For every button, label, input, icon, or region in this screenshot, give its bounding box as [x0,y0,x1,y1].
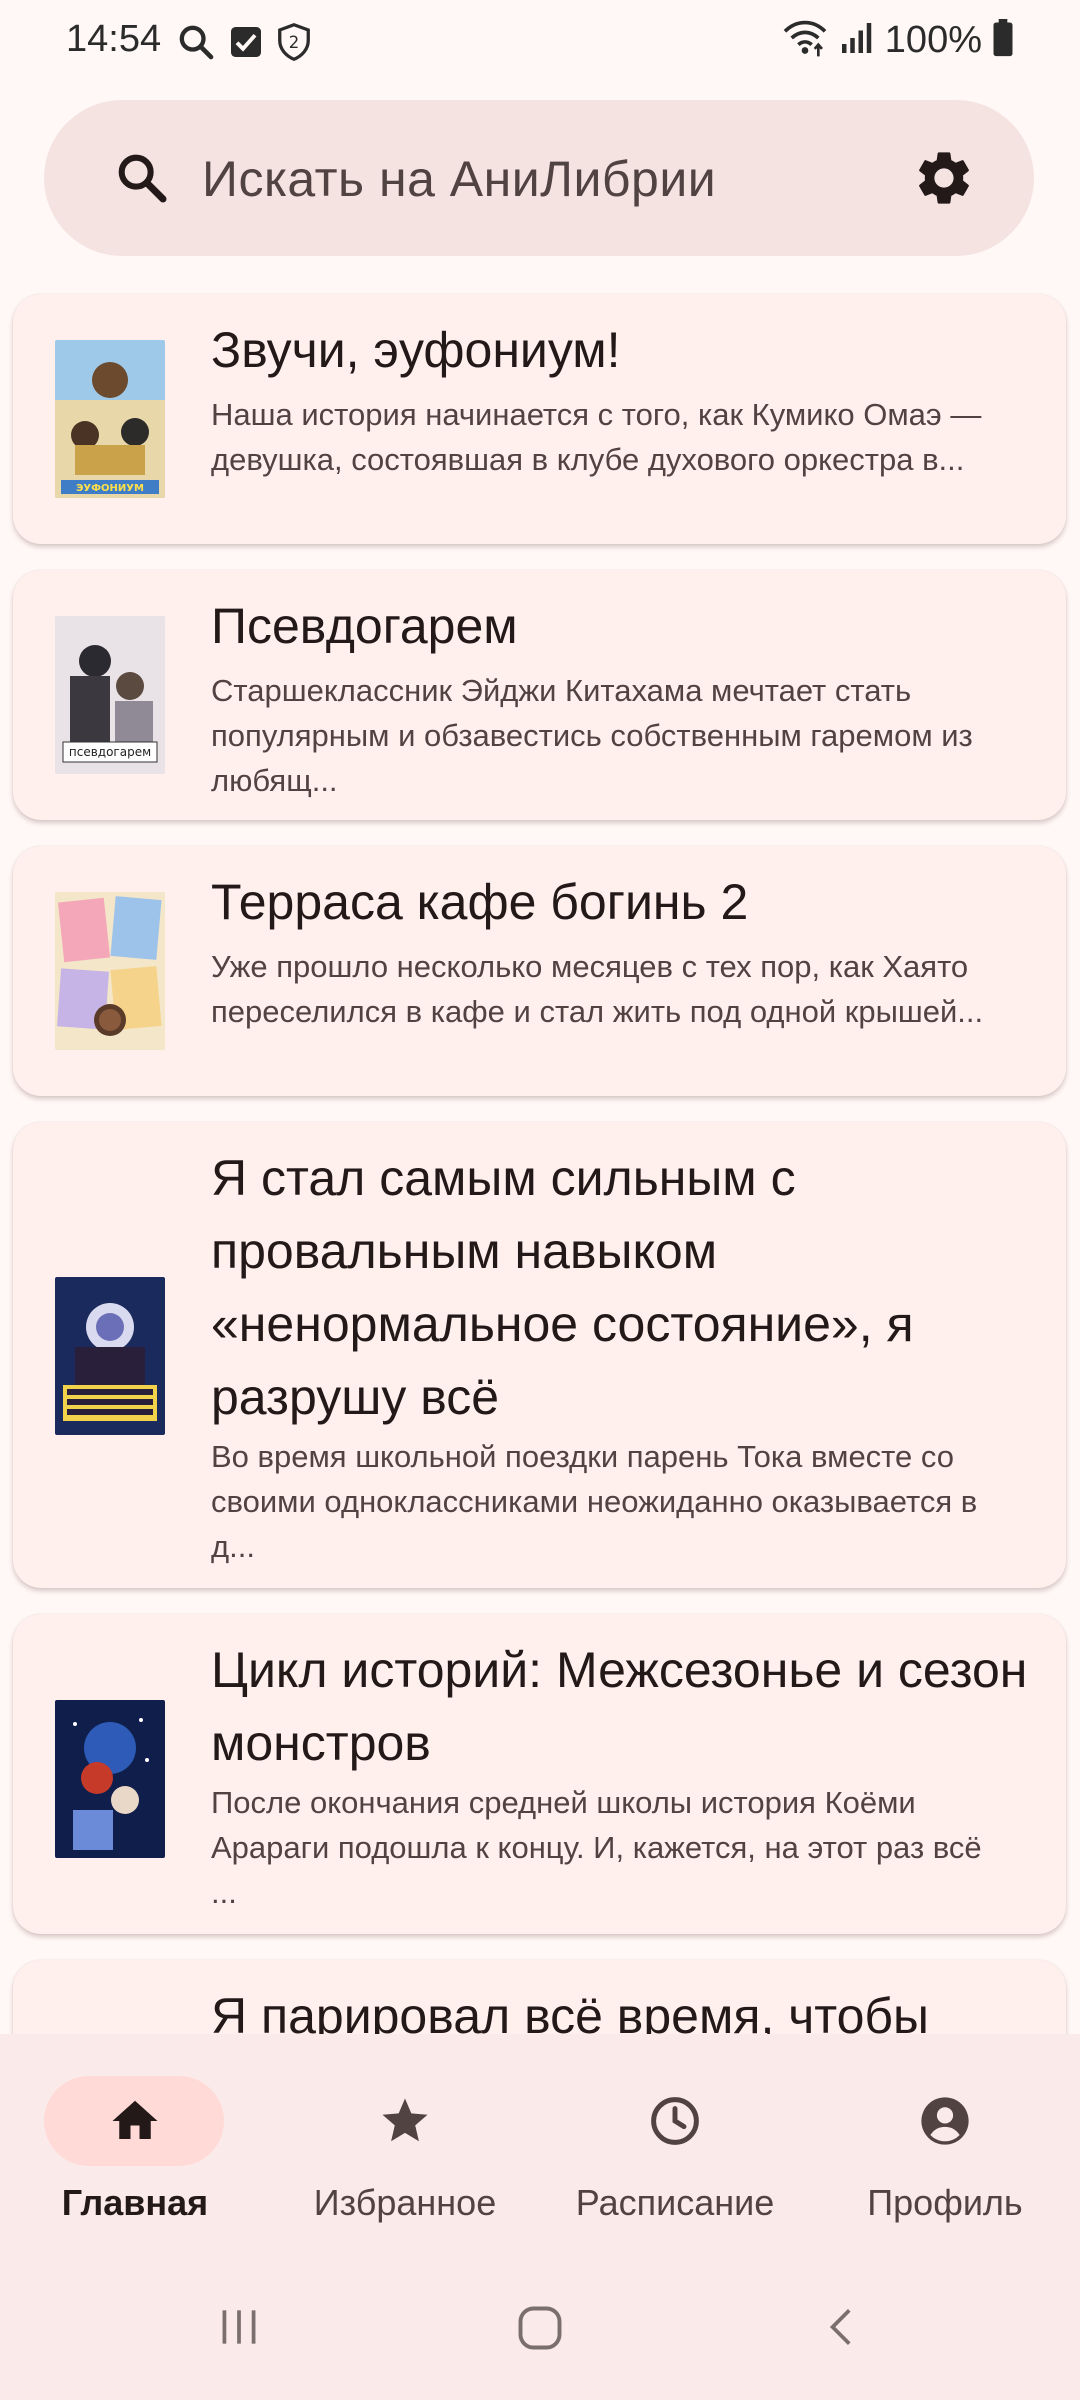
release-title: Звучи, эуфониум! [211,322,621,378]
wifi-icon [781,18,829,63]
status-icons-right: 100% [781,18,1014,63]
nav-label: Главная [61,2182,209,2223]
signal-icon [839,20,875,61]
star-icon [378,2094,432,2153]
account-icon [918,2094,972,2153]
nav-label: Расписание [575,2182,775,2223]
release-poster [55,892,165,1050]
status-icons-left: 2 [176,22,312,67]
nav-label: Избранное [313,2182,497,2223]
release-poster: ЭУФОНИУМ [55,340,165,498]
shield-badge: 2 [289,33,300,52]
nav-item-profile[interactable]: Профиль [810,2034,1080,2260]
nav-label: Профиль [867,2182,1023,2223]
poster-caption: ЭУФОНИУМ [76,483,144,494]
release-poster [55,1700,165,1858]
release-card[interactable]: Я парировал всё время, чтобы [13,1960,1066,2034]
release-card[interactable]: Цикл историй: Межсезонье и сезон монстро… [13,1614,1066,1934]
release-card[interactable]: ЭУФОНИУМ Звучи, эуфониум! Наша история н… [13,294,1066,544]
search-icon [176,22,216,67]
search-icon [114,150,170,211]
back-icon[interactable] [818,2302,868,2357]
release-description: Старшеклассник Эйджи Китахама мечтает ст… [211,673,973,798]
status-time: 14:54 [66,18,162,60]
release-description: Во время школьной поездки парень Тока вм… [211,1439,978,1564]
release-card[interactable]: псевдогарем Псевдогарем Старшеклассник Э… [13,570,1066,820]
battery-icon [992,19,1014,62]
release-title: Я стал самым сильным с провальным навыко… [211,1150,914,1425]
nav-item-favorites[interactable]: Избранное [270,2034,540,2260]
system-navigation-bar [0,2260,1080,2400]
release-description: Уже прошло несколько месяцев с тех пор, … [211,949,984,1029]
release-card[interactable]: Я стал самым сильным с провальным навыко… [13,1122,1066,1588]
release-title: Цикл историй: Межсезонье и сезон монстро… [211,1642,1028,1771]
release-title: Терраса кафе богинь 2 [211,874,749,930]
release-list[interactable]: ЭУФОНИУМ Звучи, эуфониум! Наша история н… [0,292,1080,2034]
nav-item-home[interactable]: Главная [0,2034,270,2260]
battery-percent: 100% [884,19,982,61]
release-card[interactable]: Терраса кафе богинь 2 Уже прошло несколь… [13,846,1066,1096]
shield-icon: 2 [276,22,312,67]
home-button-icon[interactable] [514,2302,566,2359]
poster-caption: псевдогарем [69,745,151,759]
screen: 14:54 2 100% Искать на АниЛибрии ЭУФОНИУ… [0,0,1080,2400]
clock-icon [648,2094,702,2153]
nav-item-schedule[interactable]: Расписание [540,2034,810,2260]
release-title: Я парировал всё время, чтобы [211,1988,929,2034]
release-description: После окончания средней школы история Ко… [211,1785,982,1910]
release-title: Псевдогарем [211,598,518,654]
checkbox-icon [228,24,264,65]
release-poster: псевдогарем [55,616,165,774]
release-poster [55,1277,165,1435]
search-bar[interactable]: Искать на АниЛибрии [44,100,1034,256]
release-description: Наша история начинается с того, как Куми… [211,397,982,477]
gear-icon[interactable] [912,146,976,215]
bottom-navigation: Главная Избранное Расписание Профиль [0,2034,1080,2260]
search-placeholder: Искать на АниЛибрии [202,151,717,207]
status-bar: 14:54 2 100% [0,0,1080,86]
home-icon [108,2094,162,2153]
recent-apps-icon[interactable] [214,2302,264,2357]
